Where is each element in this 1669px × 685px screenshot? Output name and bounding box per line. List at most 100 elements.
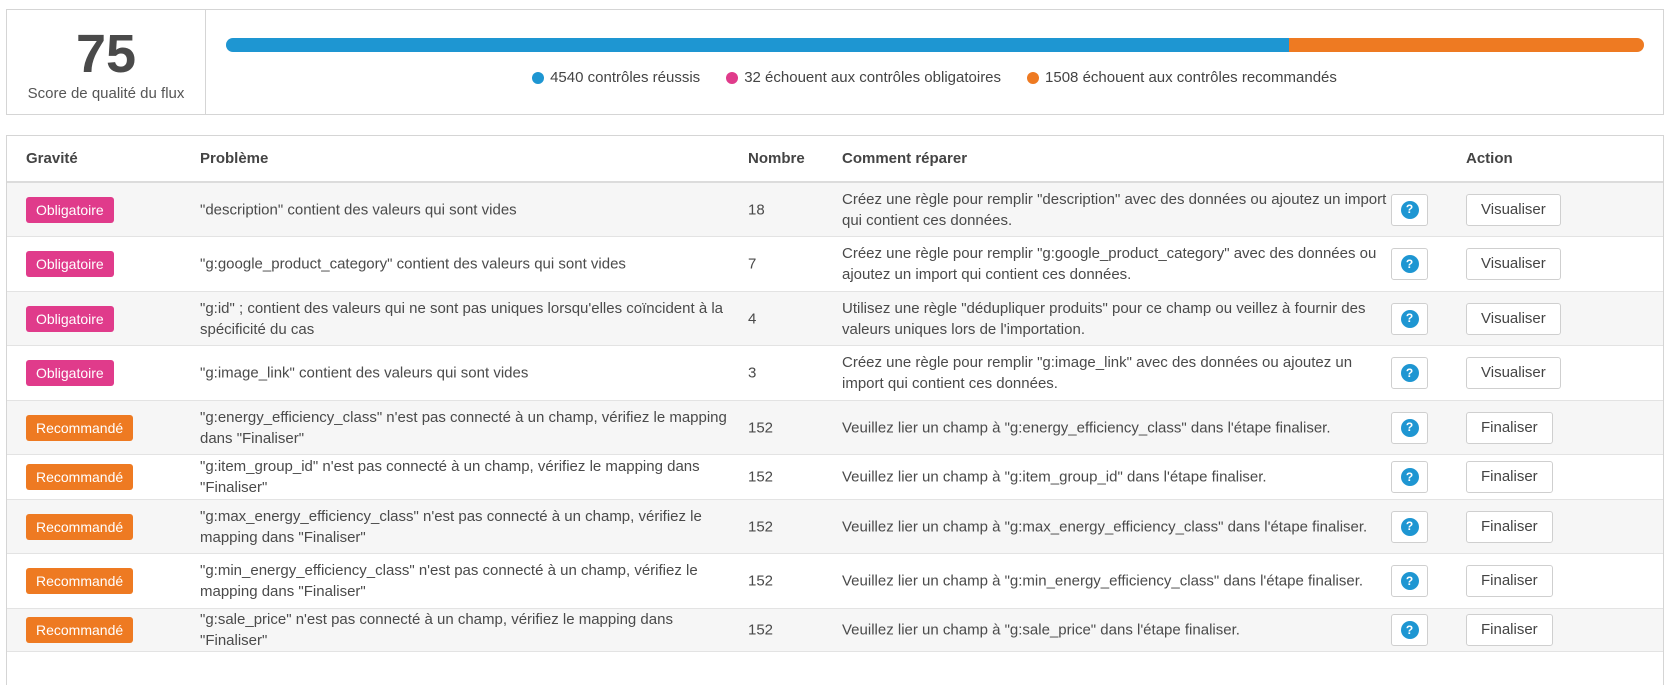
help-cell: ? bbox=[1391, 302, 1428, 335]
help-button[interactable]: ? bbox=[1391, 357, 1428, 389]
problem-text: "description" contient des valeurs qui s… bbox=[200, 201, 517, 218]
legend-item: 1508 échouent aux contrôles recommandés bbox=[1027, 69, 1337, 86]
fix-text: Créez une règle pour remplir "g:image_li… bbox=[842, 354, 1353, 392]
severity-cell: Obligatoire bbox=[26, 305, 114, 332]
table-body: Obligatoire "description" contient des va… bbox=[7, 183, 1663, 652]
question-circle-icon: ? bbox=[1400, 309, 1419, 328]
problem-text: "g:item_group_id" n'est pas connecté à u… bbox=[200, 458, 700, 496]
header-fix: Comment réparer bbox=[842, 150, 968, 167]
help-button[interactable]: ? bbox=[1391, 302, 1428, 335]
finalize-button[interactable]: Finaliser bbox=[1466, 565, 1553, 597]
quality-score-value: 75 bbox=[75, 23, 137, 84]
table-row: Obligatoire "g:image_link" contient des v… bbox=[7, 346, 1663, 401]
severity-badge: Obligatoire bbox=[26, 360, 114, 386]
visualize-button[interactable]: Visualiser bbox=[1466, 248, 1561, 280]
legend-item: 32 échouent aux contrôles obligatoires bbox=[726, 69, 1001, 86]
question-circle-icon: ? bbox=[1400, 200, 1419, 219]
visualize-button[interactable]: Visualiser bbox=[1466, 193, 1561, 226]
problem-text: "g:min_energy_efficiency_class" n'est pa… bbox=[200, 562, 698, 600]
help-cell: ? bbox=[1391, 357, 1428, 389]
fix-text: Veuillez lier un champ à "g:item_group_i… bbox=[842, 468, 1267, 486]
severity-cell: Recommandé bbox=[26, 617, 134, 643]
help-cell: ? bbox=[1391, 193, 1428, 226]
action-cell: Finaliser bbox=[1466, 565, 1553, 597]
fix-text: Créez une règle pour remplir "g:google_p… bbox=[842, 245, 1377, 283]
problem-text: "g:energy_efficiency_class" n'est pas co… bbox=[200, 408, 727, 447]
help-button[interactable]: ? bbox=[1391, 411, 1428, 444]
problem-text: "g:sale_price" n'est pas connecté à un c… bbox=[200, 611, 673, 649]
severity-badge: Recommandé bbox=[26, 513, 134, 540]
header-severity: Gravité bbox=[26, 150, 78, 167]
table-row: Obligatoire "g:id" ; contient des valeurs… bbox=[7, 292, 1663, 346]
count-value: 18 bbox=[748, 201, 765, 218]
severity-cell: Obligatoire bbox=[26, 251, 114, 277]
severity-badge: Obligatoire bbox=[26, 196, 114, 223]
action-cell: Visualiser bbox=[1466, 357, 1561, 389]
question-circle-icon: ? bbox=[1400, 517, 1419, 536]
action-cell: Finaliser bbox=[1466, 510, 1553, 543]
score-box: 75 Score de qualité du flux bbox=[7, 10, 206, 114]
count-value: 4 bbox=[748, 310, 757, 327]
finalize-button[interactable]: Finaliser bbox=[1466, 411, 1553, 444]
severity-cell: Recommandé bbox=[26, 513, 134, 540]
fix-text: Veuillez lier un champ à "g:min_energy_e… bbox=[842, 572, 1364, 590]
finalize-button[interactable]: Finaliser bbox=[1466, 461, 1553, 493]
table-row: Recommandé "g:min_energy_efficiency_class… bbox=[7, 554, 1663, 609]
severity-badge: Obligatoire bbox=[26, 251, 114, 277]
problem-text: "g:max_energy_efficiency_class" n'est pa… bbox=[200, 507, 702, 546]
issues-table: Gravité Problème Nombre Comment réparer … bbox=[6, 135, 1664, 685]
table-row: Obligatoire "description" contient des va… bbox=[7, 183, 1663, 237]
action-cell: Finaliser bbox=[1466, 411, 1553, 444]
finalize-button[interactable]: Finaliser bbox=[1466, 510, 1553, 543]
legend-label: 4540 contrôles réussis bbox=[550, 69, 701, 86]
action-cell: Finaliser bbox=[1466, 614, 1553, 646]
fix-text: Utilisez une règle "dédupliquer produits… bbox=[842, 299, 1366, 338]
fix-text: Créez une règle pour remplir "descriptio… bbox=[842, 190, 1387, 229]
question-circle-icon: ? bbox=[1400, 364, 1419, 382]
help-button[interactable]: ? bbox=[1391, 510, 1428, 543]
legend-label: 32 échouent aux contrôles obligatoires bbox=[744, 69, 1002, 86]
severity-cell: Recommandé bbox=[26, 414, 134, 441]
help-cell: ? bbox=[1391, 248, 1428, 280]
help-cell: ? bbox=[1391, 461, 1428, 493]
help-button[interactable]: ? bbox=[1391, 461, 1428, 493]
checks-legend: 4540 contrôles réussis 32 échouent aux co… bbox=[206, 69, 1663, 86]
finalize-button[interactable]: Finaliser bbox=[1466, 614, 1553, 646]
count-value: 152 bbox=[748, 468, 774, 486]
problem-text: "g:image_link" contient des valeurs qui … bbox=[200, 364, 529, 382]
help-button[interactable]: ? bbox=[1391, 248, 1428, 280]
severity-cell: Obligatoire bbox=[26, 360, 114, 386]
problem-text: "g:google_product_category" contient des… bbox=[200, 255, 626, 273]
table-row: Obligatoire "g:google_product_category" c… bbox=[7, 237, 1663, 292]
count-value: 152 bbox=[748, 572, 774, 590]
help-cell: ? bbox=[1391, 510, 1428, 543]
table-row: Recommandé "g:energy_efficiency_class" n'… bbox=[7, 401, 1663, 455]
visualize-button[interactable]: Visualiser bbox=[1466, 357, 1561, 389]
table-row: Recommandé "g:max_energy_efficiency_class… bbox=[7, 500, 1663, 554]
fix-text: Veuillez lier un champ à "g:sale_price" … bbox=[842, 621, 1240, 639]
count-value: 152 bbox=[748, 621, 774, 639]
count-value: 3 bbox=[748, 364, 757, 382]
legend-dot-icon bbox=[532, 71, 545, 84]
help-button[interactable]: ? bbox=[1391, 193, 1428, 226]
table-header: Gravité Problème Nombre Comment réparer … bbox=[7, 136, 1663, 183]
table-row: Recommandé "g:sale_price" n'est pas conne… bbox=[7, 609, 1663, 652]
header-count: Nombre bbox=[748, 150, 805, 167]
legend-label: 1508 échouent aux contrôles recommandés bbox=[1045, 69, 1337, 86]
severity-cell: Obligatoire bbox=[26, 196, 114, 223]
count-value: 7 bbox=[748, 255, 757, 273]
visualize-button[interactable]: Visualiser bbox=[1466, 302, 1561, 335]
action-cell: Visualiser bbox=[1466, 302, 1561, 335]
count-value: 152 bbox=[748, 518, 774, 535]
table-row: Recommandé "g:item_group_id" n'est pas co… bbox=[7, 455, 1663, 500]
action-cell: Finaliser bbox=[1466, 461, 1553, 493]
severity-badge: Obligatoire bbox=[26, 305, 114, 332]
fix-text: Veuillez lier un champ à "g:max_energy_e… bbox=[842, 518, 1368, 535]
help-button[interactable]: ? bbox=[1391, 614, 1428, 646]
action-cell: Visualiser bbox=[1466, 193, 1561, 226]
problem-text: "g:id" ; contient des valeurs qui ne son… bbox=[200, 299, 724, 338]
severity-badge: Recommandé bbox=[26, 414, 134, 441]
help-button[interactable]: ? bbox=[1391, 565, 1428, 597]
help-cell: ? bbox=[1391, 411, 1428, 444]
help-cell: ? bbox=[1391, 565, 1428, 597]
